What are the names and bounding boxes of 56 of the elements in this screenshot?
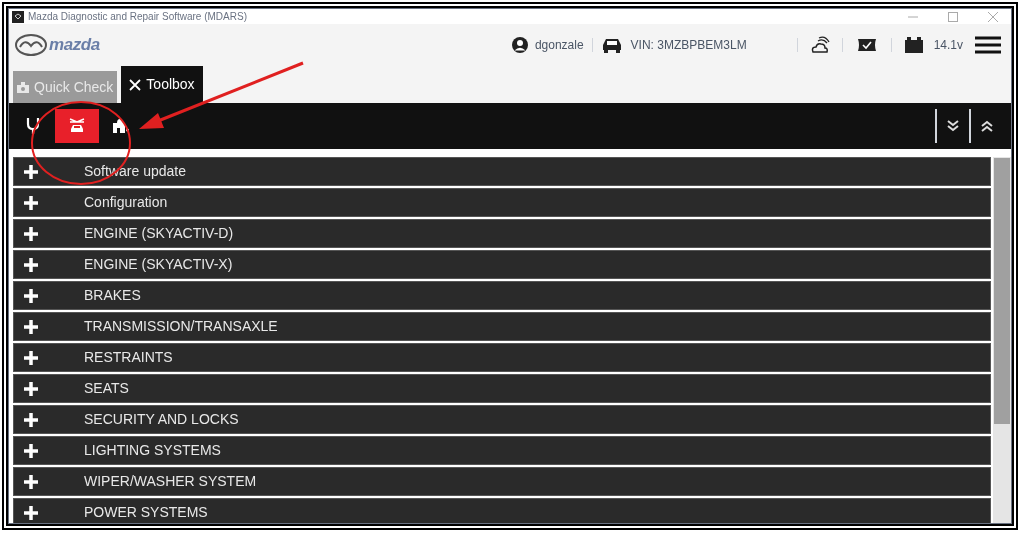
expand-icon[interactable] [24,505,38,520]
category-row[interactable]: SECURITY AND LOCKS [13,405,991,434]
expand-icon[interactable] [24,195,38,210]
car-icon [600,37,623,53]
category-row[interactable]: RESTRAINTS [13,343,991,372]
window-title: Mazda Diagnostic and Repair Software (MDARS) [28,10,247,24]
battery-icon [903,37,924,53]
app-icon [12,10,24,23]
category-label: SECURITY AND LOCKS [84,410,239,429]
category-row[interactable]: TRANSMISSION/TRANSAXLE [13,312,991,341]
expand-icon[interactable] [24,350,38,365]
category-row[interactable]: BRAKES [13,281,991,310]
camera-icon [17,81,29,93]
menu-icon[interactable] [975,36,1001,54]
category-label: BRAKES [84,286,141,305]
expand-icon[interactable] [24,164,38,179]
category-row[interactable]: ENGINE (SKYACTIV-D) [13,219,991,248]
category-label: RESTRAINTS [84,348,173,367]
vin-label: VIN: 3MZBPBEM3LM [630,37,747,54]
expand-icon[interactable] [24,288,38,303]
brand-logo: mazda [49,34,100,57]
category-row[interactable]: SEATS [13,374,991,403]
expand-icon[interactable] [24,257,38,272]
collapse-all-icon[interactable] [947,120,959,132]
logo-icon [15,34,47,56]
user-name: dgonzale [534,37,584,54]
category-row[interactable]: LIGHTING SYSTEMS [13,436,991,465]
car-service-icon [68,117,86,135]
expand-icon[interactable] [24,226,38,241]
cloud-signal-icon[interactable] [809,36,830,54]
category-label: TRANSMISSION/TRANSAXLE [84,317,278,336]
tab[interactable]: Toolbox [121,66,203,103]
category-label: LIGHTING SYSTEMS [84,441,221,460]
expand-icon[interactable] [24,319,38,334]
category-label: ENGINE (SKYACTIV-D) [84,224,234,243]
category-label: SEATS [84,379,129,398]
expand-icon[interactable] [24,474,38,489]
stethoscope-icon [26,117,42,135]
category-row[interactable]: ENGINE (SKYACTIV-X) [13,250,991,279]
scrollbar[interactable] [993,157,1011,523]
category-label: ENGINE (SKYACTIV-X) [84,255,233,274]
category-label: Configuration [84,193,168,212]
category-row[interactable]: Configuration [13,188,991,217]
expand-icon[interactable] [24,443,38,458]
expand-icon[interactable] [24,412,38,427]
category-row[interactable]: WIPER/WASHER SYSTEM [13,467,991,496]
user-icon [510,36,529,54]
expand-icon[interactable] [24,381,38,396]
voltage-reading: 14.1v [933,37,963,54]
expand-all-icon[interactable] [981,120,993,132]
category-row[interactable]: POWER SYSTEMS [13,498,991,523]
scrollbar-thumb[interactable] [994,158,1010,424]
category-label: POWER SYSTEMS [84,503,208,522]
puzzle-icon [111,117,129,135]
category-label: WIPER/WASHER SYSTEM [84,472,257,491]
tools-icon [129,78,142,91]
